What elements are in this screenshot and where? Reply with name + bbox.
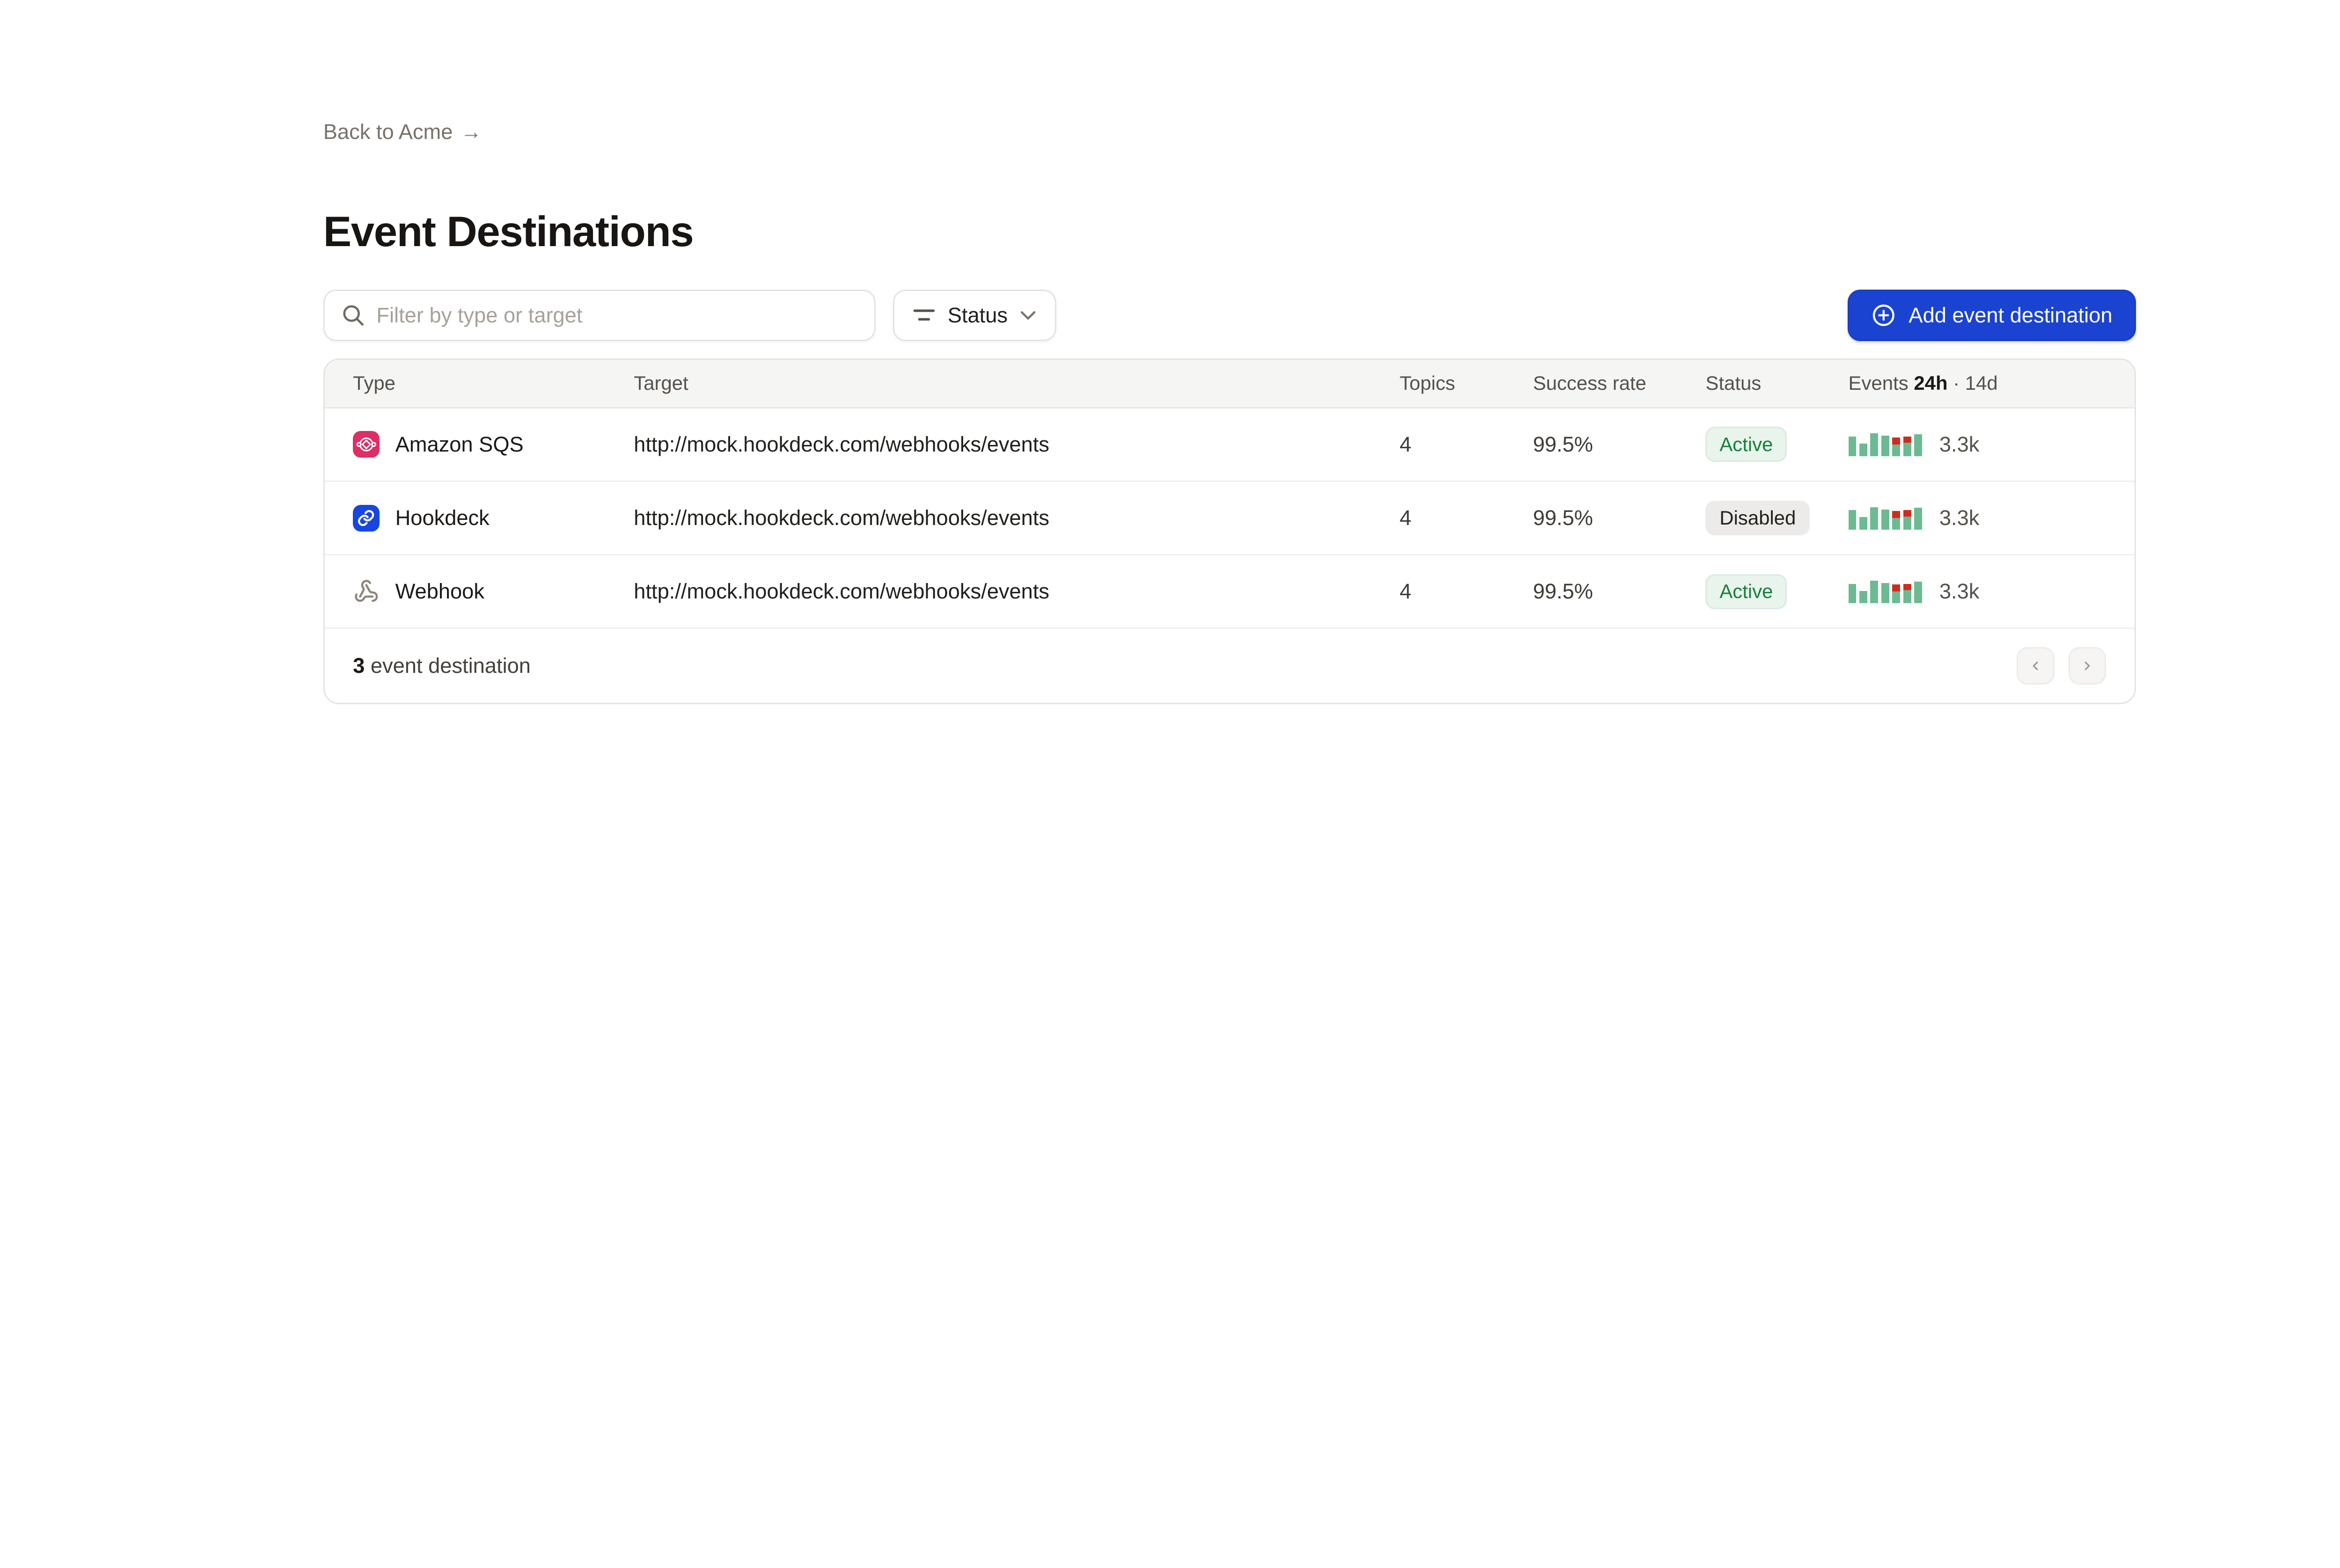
- type-cell: Webhook: [353, 578, 634, 605]
- success-rate-cell: 99.5%: [1533, 506, 1706, 530]
- events-cell: 3.3k: [1849, 432, 2135, 457]
- status-cell: Active: [1705, 574, 1848, 609]
- amazon-sqs-icon: [353, 431, 380, 458]
- table-row[interactable]: Hookdeck http://mock.hookdeck.com/webhoo…: [325, 482, 2135, 555]
- arrow-right-icon: →: [461, 120, 482, 144]
- status-filter-button[interactable]: Status: [893, 290, 1056, 342]
- chevron-down-icon: [1020, 311, 1036, 320]
- previous-page-button[interactable]: [2017, 647, 2054, 685]
- events-sparkline: [1849, 580, 1922, 603]
- topics-cell: 4: [1400, 506, 1533, 530]
- search-input[interactable]: [376, 303, 857, 328]
- target-cell: http://mock.hookdeck.com/webhooks/events: [634, 579, 1399, 604]
- event-destinations-page: Back to Acme → Event Destinations: [0, 0, 2340, 1568]
- next-page-button[interactable]: [2069, 647, 2106, 685]
- row-count-number: 3: [353, 654, 365, 678]
- add-button-label: Add event destination: [1909, 303, 2112, 328]
- events-count: 3.3k: [1939, 432, 1980, 457]
- table-row[interactable]: Webhook http://mock.hookdeck.com/webhook…: [325, 555, 2135, 629]
- page-content: Back to Acme → Event Destinations: [323, 0, 2136, 704]
- events-sparkline: [1849, 506, 1922, 530]
- back-link-label: Back to Acme: [323, 120, 453, 144]
- events-count: 3.3k: [1939, 579, 1980, 604]
- hookdeck-icon: [353, 505, 380, 532]
- topics-cell: 4: [1400, 432, 1533, 457]
- events-24h-label: 24h: [1914, 372, 1947, 394]
- success-rate-cell: 99.5%: [1533, 579, 1706, 604]
- row-count-label: event destination: [371, 654, 531, 678]
- target-cell: http://mock.hookdeck.com/webhooks/events: [634, 432, 1399, 457]
- topics-cell: 4: [1400, 579, 1533, 604]
- toolbar: Status Add event destination: [323, 290, 2136, 342]
- webhook-icon: [353, 578, 380, 605]
- column-header-topics: Topics: [1400, 372, 1533, 394]
- column-header-target: Target: [634, 372, 1399, 394]
- search-input-wrapper[interactable]: [323, 290, 876, 342]
- row-count: 3 event destination: [353, 654, 531, 678]
- events-cell: 3.3k: [1849, 579, 2135, 604]
- status-badge: Active: [1705, 427, 1787, 462]
- circle-plus-icon: [1871, 303, 1896, 328]
- column-header-type: Type: [353, 372, 634, 394]
- table-row[interactable]: Amazon SQS http://mock.hookdeck.com/webh…: [325, 408, 2135, 482]
- column-header-events: Events 24h · 14d: [1849, 372, 2135, 394]
- events-range-label: · 14d: [1953, 372, 1998, 394]
- table-footer: 3 event destination: [325, 629, 2135, 703]
- status-filter-label: Status: [948, 303, 1008, 328]
- type-cell: Hookdeck: [353, 505, 634, 532]
- page-title: Event Destinations: [323, 208, 2136, 256]
- status-cell: Active: [1705, 427, 1848, 462]
- filter-icon: [913, 308, 935, 322]
- destination-type-label: Webhook: [395, 579, 484, 604]
- search-icon: [342, 304, 364, 326]
- status-badge: Disabled: [1705, 501, 1810, 536]
- destination-type-label: Hookdeck: [395, 506, 490, 530]
- status-badge: Active: [1705, 574, 1787, 609]
- events-cell: 3.3k: [1849, 506, 2135, 530]
- column-header-status: Status: [1705, 372, 1848, 394]
- column-header-success-rate: Success rate: [1533, 372, 1706, 394]
- pagination: [2017, 647, 2106, 685]
- chevron-right-icon: [2080, 659, 2094, 673]
- destination-type-label: Amazon SQS: [395, 432, 524, 457]
- add-event-destination-button[interactable]: Add event destination: [1848, 290, 2136, 342]
- event-destinations-table: Type Target Topics Success rate Status E…: [323, 358, 2136, 704]
- back-to-acme-link[interactable]: Back to Acme →: [323, 120, 482, 144]
- table-header-row: Type Target Topics Success rate Status E…: [325, 360, 2135, 408]
- target-cell: http://mock.hookdeck.com/webhooks/events: [634, 506, 1399, 530]
- success-rate-cell: 99.5%: [1533, 432, 1706, 457]
- status-cell: Disabled: [1705, 501, 1848, 536]
- events-count: 3.3k: [1939, 506, 1980, 530]
- type-cell: Amazon SQS: [353, 431, 634, 458]
- events-sparkline: [1849, 433, 1922, 456]
- chevron-left-icon: [2028, 659, 2042, 673]
